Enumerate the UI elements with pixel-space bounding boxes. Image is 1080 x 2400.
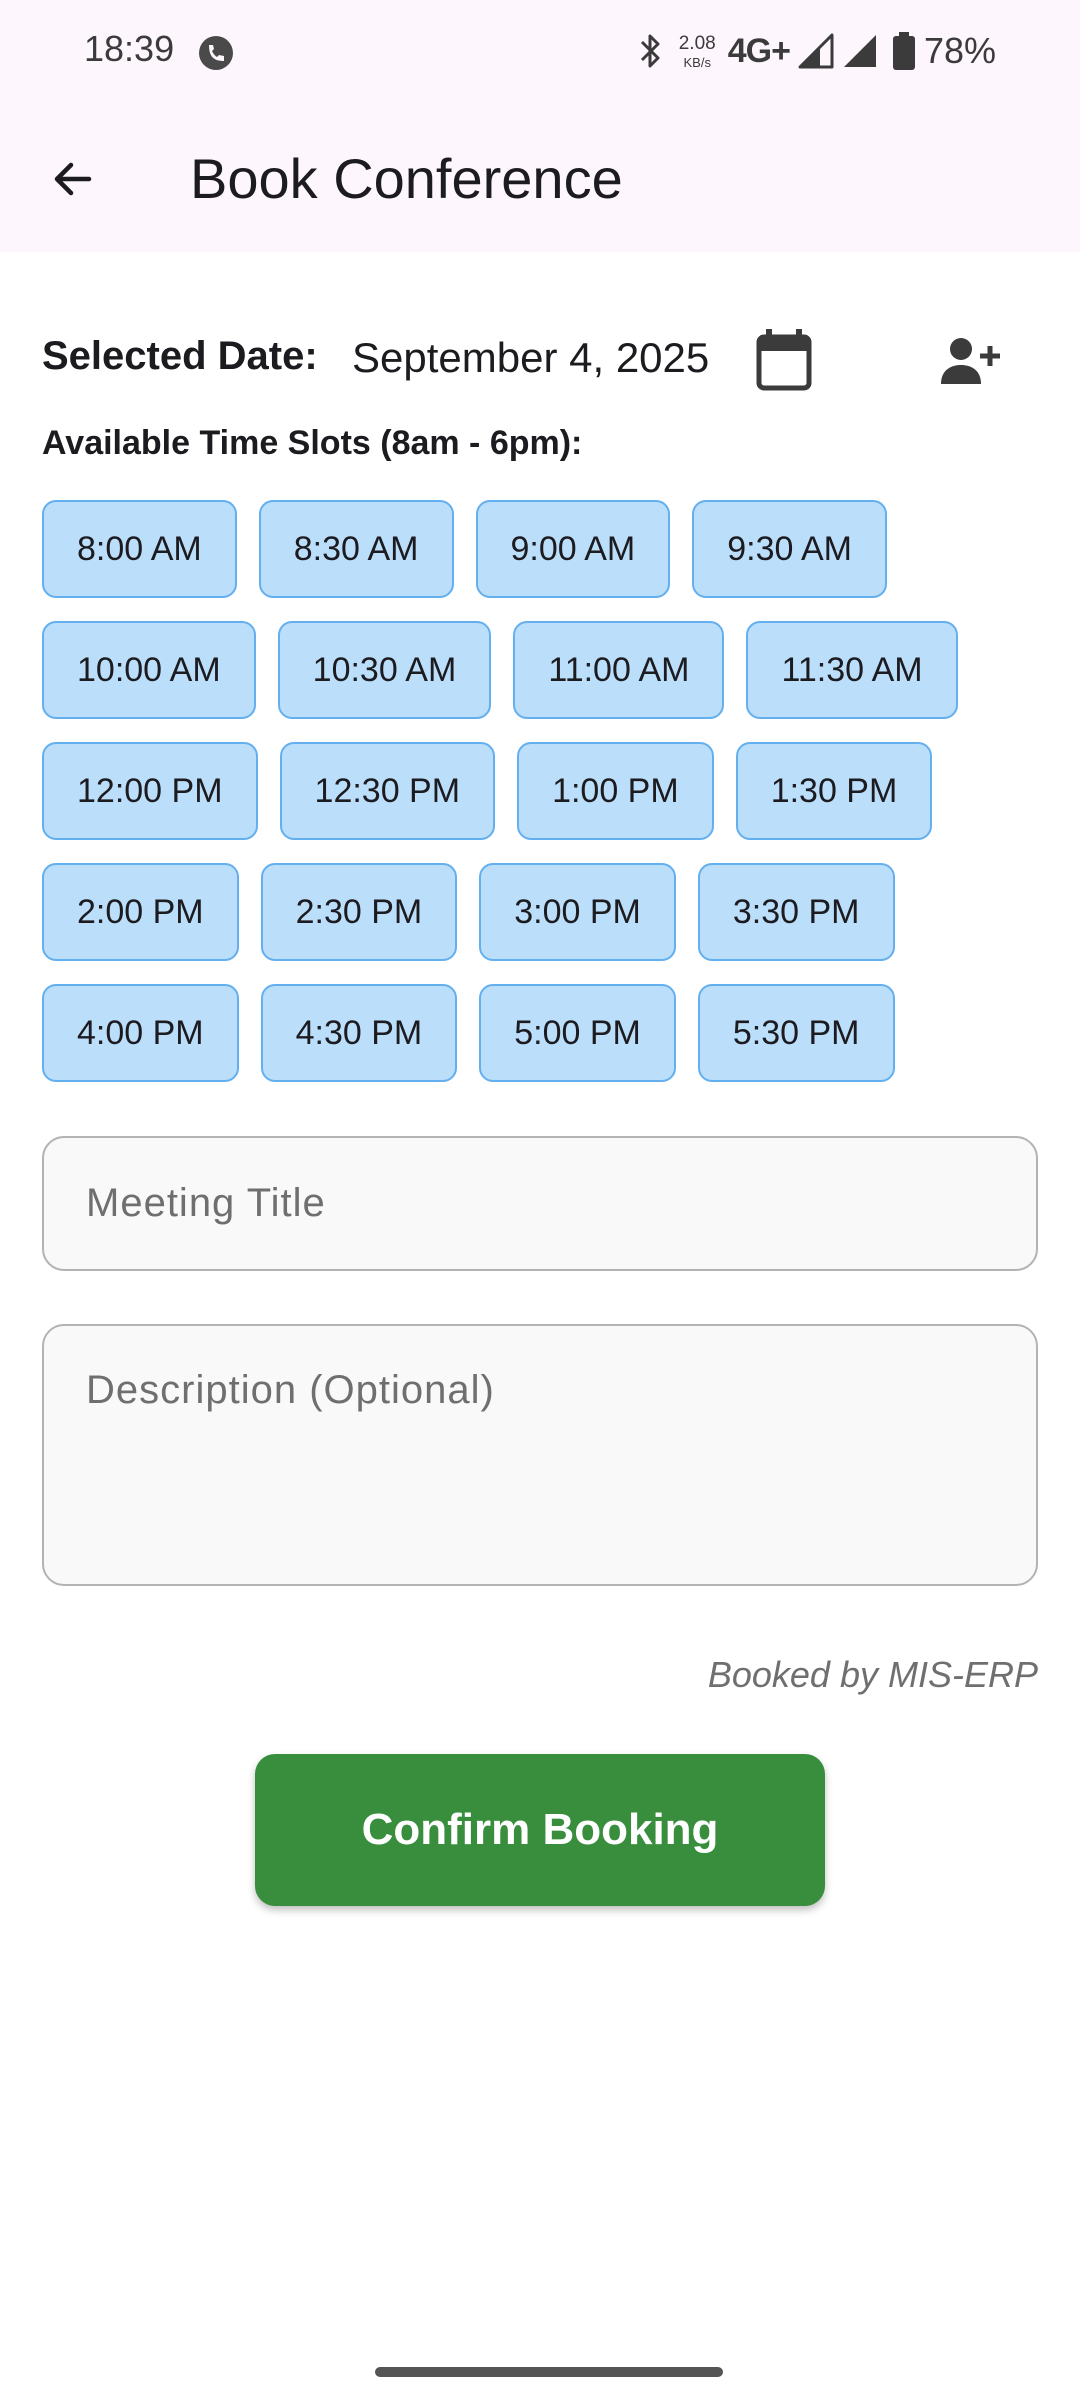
time-slot-button[interactable]: 8:00 AM [42,500,237,598]
meeting-title-input[interactable] [44,1138,1036,1269]
time-slot-button[interactable]: 12:00 PM [42,742,258,840]
confirm-booking-button[interactable]: Confirm Booking [255,1754,825,1906]
time-slots-grid: 8:00 AM 8:30 AM 9:00 AM 9:30 AM 10:00 AM… [42,500,1042,1105]
time-slot-row: 2:00 PM 2:30 PM 3:00 PM 3:30 PM [42,863,1042,961]
time-slot-button[interactable]: 4:00 PM [42,984,239,1082]
network-speed-value: 2.08 [678,32,716,54]
status-bar: 18:39 2.08 KB/s 4G+ 78% [0,0,1080,110]
time-slot-button[interactable]: 8:30 AM [258,500,454,598]
date-row: Selected Date: September 4, 2025 [42,320,1042,400]
time-slot-button[interactable]: 3:00 PM [479,863,676,961]
home-indicator[interactable] [375,2367,723,2377]
signal-icon [798,33,834,69]
app-bar: Book Conference [0,110,1080,252]
signal-icon [843,35,876,67]
description-input[interactable] [44,1326,1036,1584]
battery-percent: 78% [923,30,996,71]
time-slot-row: 10:00 AM 10:30 AM 11:00 AM 11:30 AM [42,621,1042,719]
person-add-icon [941,338,1000,384]
time-slot-button[interactable]: 5:00 PM [479,984,676,1082]
time-slot-button[interactable]: 10:30 AM [277,621,492,719]
bluetooth-icon [640,34,660,68]
time-slot-row: 4:00 PM 4:30 PM 5:00 PM 5:30 PM [42,984,1042,1082]
time-slot-button[interactable]: 12:30 PM [279,742,496,840]
status-time: 18:39 [84,28,175,69]
network-type: 4G+ [727,31,791,70]
time-slot-button[interactable]: 1:30 PM [735,742,933,840]
time-slot-button[interactable]: 11:00 AM [513,621,725,719]
meeting-title-field [42,1136,1038,1271]
network-speed: 2.08 KB/s [679,34,716,69]
time-slot-row: 8:00 AM 8:30 AM 9:00 AM 9:30 AM [42,500,1042,598]
status-indicators: 2.08 KB/s 4G+ 78% [633,26,996,76]
arrow-back-icon [54,162,92,196]
time-slots-heading: Available Time Slots (8am - 6pm): [42,424,583,462]
time-slot-button[interactable]: 9:00 AM [475,500,671,598]
top-area: 18:39 2.08 KB/s 4G+ 78% Book Conference [0,0,1080,252]
description-field [42,1324,1038,1586]
back-button[interactable] [36,142,110,216]
time-slot-button[interactable]: 11:30 AM [746,621,958,719]
time-slot-button[interactable]: 5:30 PM [697,984,895,1082]
app-notification-icon [199,36,233,70]
time-slot-button[interactable]: 1:00 PM [517,742,714,840]
calendar-button[interactable] [744,320,824,400]
network-speed-unit: KB/s [683,54,711,70]
time-slot-row: 12:00 PM 12:30 PM 1:00 PM 1:30 PM [42,742,1042,840]
battery-icon [892,32,915,70]
time-slot-button[interactable]: 10:00 AM [42,621,256,719]
booked-by-text: Booked by MIS-ERP [707,1654,1038,1695]
time-slot-button[interactable]: 4:30 PM [260,984,458,1082]
time-slot-button[interactable]: 9:30 AM [692,500,887,598]
add-attendee-button[interactable] [936,328,1006,394]
selected-date-label: Selected Date: [42,334,318,378]
time-slot-button[interactable]: 3:30 PM [697,863,895,961]
calendar-icon [756,329,812,391]
selected-date-value: September 4, 2025 [352,334,710,381]
time-slot-button[interactable]: 2:00 PM [42,863,239,961]
time-slot-button[interactable]: 2:30 PM [260,863,458,961]
page-title: Book Conference [190,147,623,210]
